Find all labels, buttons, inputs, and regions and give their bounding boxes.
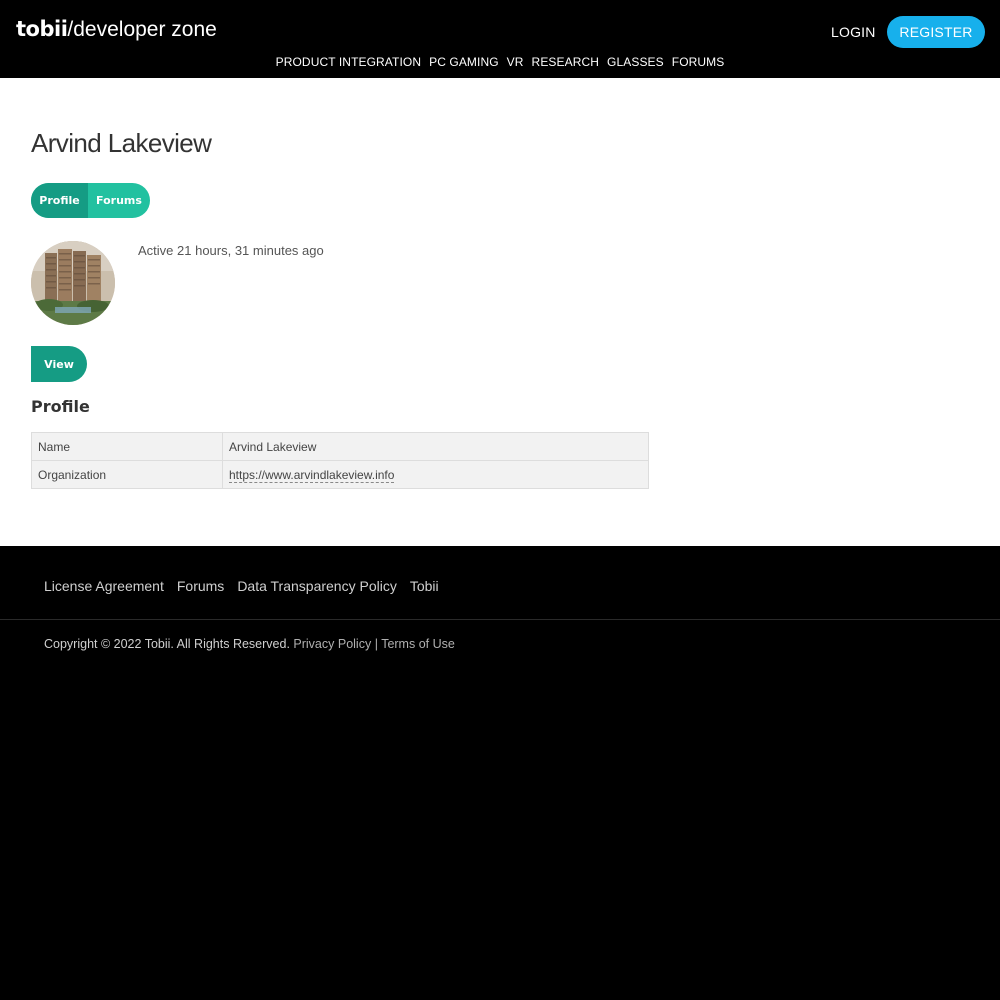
main-nav: PRODUCT INTEGRATION PC GAMING VR RESEARC… bbox=[0, 55, 1000, 69]
logo-brand: tobii bbox=[16, 17, 68, 41]
nav-item-research[interactable]: RESEARCH bbox=[532, 55, 599, 69]
avatar[interactable] bbox=[31, 241, 115, 325]
site-footer: License Agreement Forums Data Transparen… bbox=[0, 546, 1000, 1000]
table-row: Name Arvind Lakeview bbox=[31, 432, 649, 461]
footer-link-tobii[interactable]: Tobii bbox=[410, 578, 439, 594]
footer-links: License Agreement Forums Data Transparen… bbox=[44, 578, 439, 594]
profile-section-title: Profile bbox=[31, 397, 90, 416]
building-photo-avatar-icon bbox=[31, 241, 115, 325]
footer-link-data-transparency-policy[interactable]: Data Transparency Policy bbox=[237, 578, 397, 594]
page-title: Arvind Lakeview bbox=[31, 128, 212, 158]
privacy-policy-link[interactable]: Privacy Policy bbox=[293, 637, 371, 651]
footer-link-forums[interactable]: Forums bbox=[177, 578, 224, 594]
nav-item-glasses[interactable]: GLASSES bbox=[607, 55, 664, 69]
organization-link[interactable]: https://www.arvindlakeview.info bbox=[229, 467, 395, 483]
profile-fields-table: Name Arvind Lakeview Organization https:… bbox=[31, 432, 649, 489]
login-link[interactable]: LOGIN bbox=[831, 24, 876, 40]
field-value-name: Arvind Lakeview bbox=[222, 432, 649, 461]
profile-main: Arvind Lakeview Profile Forums Active 21… bbox=[0, 78, 1000, 546]
profile-tabs: Profile Forums bbox=[31, 183, 150, 218]
nav-item-pc-gaming[interactable]: PC GAMING bbox=[429, 55, 499, 69]
copyright-separator: | bbox=[374, 637, 378, 651]
table-row: Organization https://www.arvindlakeview.… bbox=[31, 460, 649, 489]
field-value-organization: https://www.arvindlakeview.info bbox=[222, 460, 649, 489]
register-button[interactable]: REGISTER bbox=[887, 16, 985, 48]
site-header: tobii /developer zone LOGIN REGISTER PRO… bbox=[0, 0, 1000, 78]
footer-link-license-agreement[interactable]: License Agreement bbox=[44, 578, 164, 594]
nav-item-vr[interactable]: VR bbox=[507, 55, 524, 69]
copyright-text: Copyright © 2022 Tobii. All Rights Reser… bbox=[44, 637, 290, 651]
field-key-organization: Organization bbox=[31, 460, 223, 489]
tobii-logo[interactable]: tobii /developer zone bbox=[16, 17, 217, 45]
tab-profile[interactable]: Profile bbox=[31, 183, 88, 218]
nav-item-forums[interactable]: FORUMS bbox=[672, 55, 725, 69]
view-button[interactable]: View bbox=[31, 346, 87, 382]
footer-divider bbox=[0, 619, 1000, 620]
last-active-status: Active 21 hours, 31 minutes ago bbox=[138, 243, 324, 258]
logo-zone: /developer zone bbox=[67, 18, 217, 41]
terms-of-use-link[interactable]: Terms of Use bbox=[381, 637, 455, 651]
copyright: Copyright © 2022 Tobii. All Rights Reser… bbox=[44, 637, 455, 651]
field-key-name: Name bbox=[31, 432, 223, 461]
tab-forums[interactable]: Forums bbox=[88, 183, 150, 218]
nav-item-product-integration[interactable]: PRODUCT INTEGRATION bbox=[276, 55, 421, 69]
